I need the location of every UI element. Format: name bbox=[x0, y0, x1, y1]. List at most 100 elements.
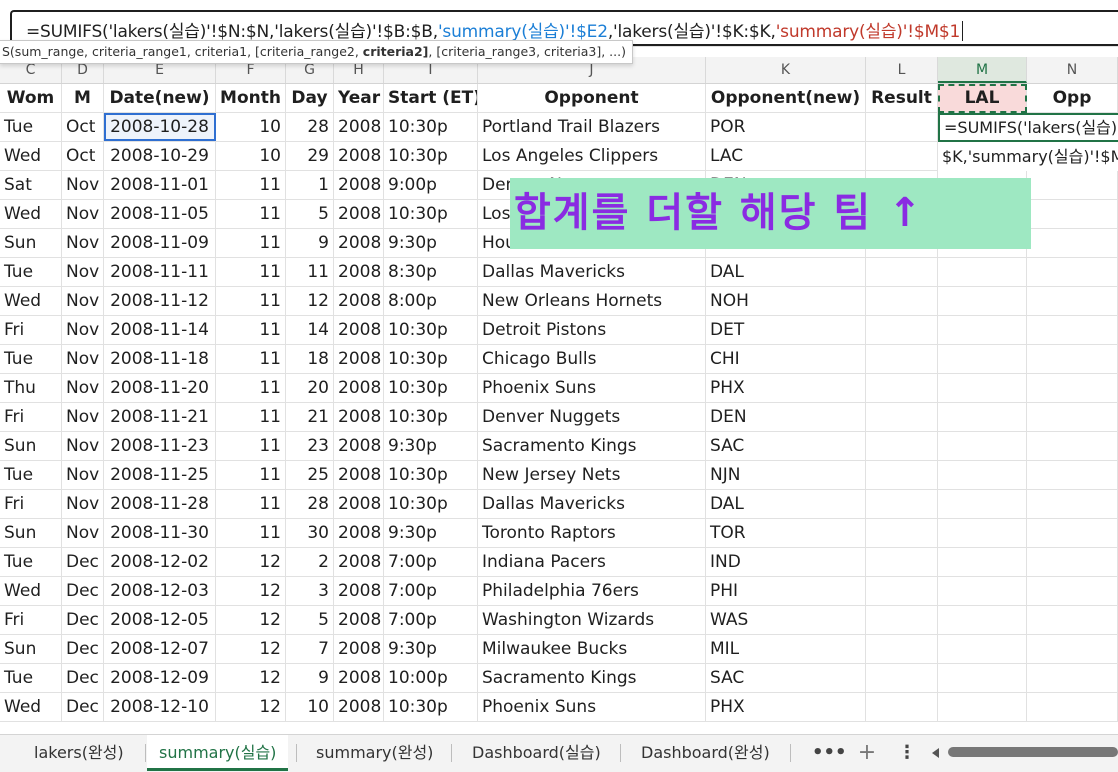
cell-start-et[interactable]: 10:30p bbox=[384, 142, 478, 170]
cell-lal[interactable] bbox=[938, 374, 1027, 402]
cell-day[interactable]: 28 bbox=[286, 113, 334, 141]
cell-month[interactable]: 11 bbox=[216, 258, 286, 286]
cell-lal[interactable] bbox=[938, 548, 1027, 576]
cell-year[interactable]: 2008 bbox=[334, 316, 384, 344]
cell-month[interactable]: 12 bbox=[216, 635, 286, 663]
header-date-new[interactable]: Date(new) bbox=[104, 84, 216, 112]
cell-year[interactable]: 2008 bbox=[334, 142, 384, 170]
cell-weekday[interactable]: Sun bbox=[0, 635, 62, 663]
cell-year[interactable]: 2008 bbox=[334, 403, 384, 431]
cell-opp[interactable] bbox=[1027, 432, 1118, 460]
cell-weekday[interactable]: Sat bbox=[0, 171, 62, 199]
cell-weekday[interactable]: Tue bbox=[0, 664, 62, 692]
cell-start-et[interactable]: 10:30p bbox=[384, 490, 478, 518]
cell-result[interactable] bbox=[866, 374, 938, 402]
cell-day[interactable]: 18 bbox=[286, 345, 334, 373]
cell-lal[interactable] bbox=[938, 287, 1027, 315]
cell-date-new[interactable]: 2008-12-03 bbox=[104, 577, 216, 605]
cell-opp[interactable] bbox=[1027, 345, 1118, 373]
header-start-et[interactable]: Start (ET) bbox=[384, 84, 478, 112]
cell-opponent-new[interactable]: MIL bbox=[706, 635, 866, 663]
cell-day[interactable]: 5 bbox=[286, 200, 334, 228]
cell-month[interactable]: 12 bbox=[216, 577, 286, 605]
cell-opponent-new[interactable]: DAL bbox=[706, 490, 866, 518]
cell-year[interactable]: 2008 bbox=[334, 113, 384, 141]
cell-weekday[interactable]: Wed bbox=[0, 287, 62, 315]
vertical-dots-icon[interactable]: ⋮ bbox=[894, 735, 920, 771]
cell-opponent[interactable]: Detroit Pistons bbox=[478, 316, 706, 344]
cell-year[interactable]: 2008 bbox=[334, 490, 384, 518]
cell-date-new[interactable]: 2008-12-05 bbox=[104, 606, 216, 634]
cell-opp[interactable] bbox=[1027, 635, 1118, 663]
cell-opponent[interactable]: Dallas Mavericks bbox=[478, 258, 706, 286]
cell-month[interactable]: 12 bbox=[216, 664, 286, 692]
cell-date-new[interactable]: 2008-12-10 bbox=[104, 693, 216, 721]
cell-date-new[interactable]: 2008-11-25 bbox=[104, 461, 216, 489]
cell-result[interactable] bbox=[866, 577, 938, 605]
cell-weekday[interactable]: Fri bbox=[0, 316, 62, 344]
cell-opp[interactable] bbox=[1027, 577, 1118, 605]
cell-opp[interactable] bbox=[1027, 316, 1118, 344]
plus-icon[interactable]: + bbox=[852, 735, 882, 771]
cell-start-et[interactable]: 9:30p bbox=[384, 519, 478, 547]
cell-result[interactable] bbox=[866, 461, 938, 489]
cell-weekday[interactable]: Tue bbox=[0, 345, 62, 373]
cell-month-abbr[interactable]: Nov bbox=[62, 316, 104, 344]
cell-day[interactable]: 1 bbox=[286, 171, 334, 199]
cell-opponent-new[interactable]: POR bbox=[706, 113, 866, 141]
cell-date-new[interactable]: 2008-11-01 bbox=[104, 171, 216, 199]
cell-day[interactable]: 9 bbox=[286, 664, 334, 692]
column-letter-m[interactable]: M bbox=[938, 57, 1027, 83]
cell-date-new[interactable]: 2008-11-12 bbox=[104, 287, 216, 315]
cell-lal[interactable] bbox=[938, 519, 1027, 547]
header-opponent-new[interactable]: Opponent(new) bbox=[706, 84, 866, 112]
cell-start-et[interactable]: 10:30p bbox=[384, 113, 478, 141]
cell-month-abbr[interactable]: Dec bbox=[62, 577, 104, 605]
cell-month[interactable]: 11 bbox=[216, 229, 286, 257]
cell-weekday[interactable]: Wed bbox=[0, 142, 62, 170]
header-opp[interactable]: Opp bbox=[1027, 84, 1118, 112]
cell-month-abbr[interactable]: Nov bbox=[62, 258, 104, 286]
cell-year[interactable]: 2008 bbox=[334, 606, 384, 634]
cell-start-et[interactable]: 7:00p bbox=[384, 548, 478, 576]
cell-start-et[interactable]: 7:00p bbox=[384, 606, 478, 634]
cell-day[interactable]: 7 bbox=[286, 635, 334, 663]
cell-opp[interactable] bbox=[1027, 171, 1118, 199]
cell-opponent[interactable]: Sacramento Kings bbox=[478, 664, 706, 692]
cell-month[interactable]: 11 bbox=[216, 345, 286, 373]
tab-lakers-complete[interactable]: lakers(완성) bbox=[22, 735, 136, 771]
tab-dashboard-complete[interactable]: Dashboard(완성) bbox=[629, 735, 782, 771]
cell-day[interactable]: 10 bbox=[286, 693, 334, 721]
header-result[interactable]: Result bbox=[866, 84, 938, 112]
cell-opponent[interactable]: Dallas Mavericks bbox=[478, 490, 706, 518]
cell-month[interactable]: 10 bbox=[216, 113, 286, 141]
cell-weekday[interactable]: Sun bbox=[0, 519, 62, 547]
cell-month-abbr[interactable]: Nov bbox=[62, 519, 104, 547]
cell-day[interactable]: 12 bbox=[286, 287, 334, 315]
tab-dashboard-practice[interactable]: Dashboard(실습) bbox=[460, 735, 613, 771]
cell-month-abbr[interactable]: Dec bbox=[62, 693, 104, 721]
cell-month[interactable]: 12 bbox=[216, 693, 286, 721]
cell-month-abbr[interactable]: Nov bbox=[62, 229, 104, 257]
cell-opponent[interactable]: Sacramento Kings bbox=[478, 432, 706, 460]
cell-opp[interactable] bbox=[1027, 461, 1118, 489]
cell-year[interactable]: 2008 bbox=[334, 258, 384, 286]
active-edit-cell[interactable]: =SUMIFS('lakers(실습) bbox=[938, 113, 1118, 142]
cell-opponent[interactable]: Portland Trail Blazers bbox=[478, 113, 706, 141]
cell-opponent[interactable]: Phoenix Suns bbox=[478, 374, 706, 402]
cell-weekday[interactable]: Tue bbox=[0, 548, 62, 576]
cell-result[interactable] bbox=[866, 113, 938, 141]
header-day[interactable]: Day bbox=[286, 84, 334, 112]
horizontal-scrollbar[interactable] bbox=[930, 735, 1118, 771]
cell-month-abbr[interactable]: Nov bbox=[62, 171, 104, 199]
cell-day[interactable]: 2 bbox=[286, 548, 334, 576]
cell-year[interactable]: 2008 bbox=[334, 635, 384, 663]
cell-lal[interactable] bbox=[938, 490, 1027, 518]
cell-start-et[interactable]: 10:30p bbox=[384, 693, 478, 721]
cell-opponent-new[interactable]: CHI bbox=[706, 345, 866, 373]
cell-opp[interactable] bbox=[1027, 374, 1118, 402]
cell-opponent[interactable]: New Jersey Nets bbox=[478, 461, 706, 489]
cell-opponent[interactable]: Philadelphia 76ers bbox=[478, 577, 706, 605]
cell-year[interactable]: 2008 bbox=[334, 548, 384, 576]
cell-opp[interactable] bbox=[1027, 403, 1118, 431]
